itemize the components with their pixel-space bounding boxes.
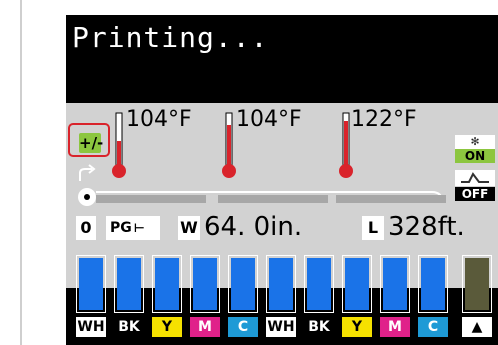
maintenance-box-level [465,258,489,310]
ink-color-label: WH [76,317,106,337]
ink-color-label: BK [114,317,144,337]
ink-color-label: M [190,317,220,337]
media-reel-icon [78,188,96,206]
ink-count-badge: 0 [76,216,96,240]
temperature-label-3: 122°F [351,107,417,132]
platen-gap-label: PG [110,220,132,236]
progress-segment-2 [218,195,328,203]
media-width-value: 64. 0in. [204,212,303,242]
ink-color-label: C [228,317,258,337]
platen-gap-badge: PG ⊢ [106,216,160,240]
ink-slot: BK [114,255,144,345]
ink-slot: M [190,255,220,345]
width-icon: W [178,216,200,240]
ink-level-bar [231,258,255,310]
feed-arrow-icon [79,164,96,181]
ink-color-label: M [380,317,410,337]
ink-slot: Y [152,255,182,345]
ink-level-bar [421,258,445,310]
progress-segment-3 [336,195,446,203]
temperature-label-2: 104°F [236,107,302,132]
lcd-screen: Printing... 104°F 104°F 122°F +/- ✻ ON O… [66,15,498,345]
ink-color-label: Y [152,317,182,337]
ink-color-label: BK [304,317,334,337]
ink-color-label: C [418,317,448,337]
ink-level-bar [155,258,179,310]
drop-icon: ▲ [462,317,492,337]
highlight-box [68,123,110,157]
media-info-row: 0 PG ⊢ W 64. 0in. L 328ft. [66,212,498,244]
thermometer-icon [222,112,236,178]
ink-slot: C [418,255,448,345]
ink-level-bar [117,258,141,310]
ink-color-label: Y [342,317,372,337]
ink-level-bar [345,258,369,310]
heater-icon [455,170,495,186]
ink-color-label: WH [266,317,296,337]
heater-state-badge: OFF [455,187,495,201]
length-icon: L [362,216,384,240]
progress-segment-1 [96,195,206,203]
ink-slot: BK [304,255,334,345]
fan-status: ✻ ON [455,135,495,163]
ink-slot: C [228,255,258,345]
ink-slot: M [380,255,410,345]
ink-level-bar [307,258,331,310]
media-length-value: 328ft. [388,212,465,242]
fan-state-badge: ON [455,149,495,163]
temperature-label-1: 104°F [126,107,192,132]
fan-icon: ✻ [455,135,495,149]
ink-level-bar [79,258,103,310]
platen-gap-icon: ⊢ [133,221,145,235]
thermometer-icon [112,112,126,178]
panel-frame-left [20,0,22,345]
status-message: Printing... [72,21,269,54]
ink-level-bar [383,258,407,310]
ink-slot: WH [266,255,296,345]
ink-slot: Y [342,255,372,345]
ink-level-bar [193,258,217,310]
heater-status: OFF [455,170,495,202]
maintenance-box: ▲ [462,255,492,345]
ink-slot: WH [76,255,106,345]
ink-level-bar [269,258,293,310]
